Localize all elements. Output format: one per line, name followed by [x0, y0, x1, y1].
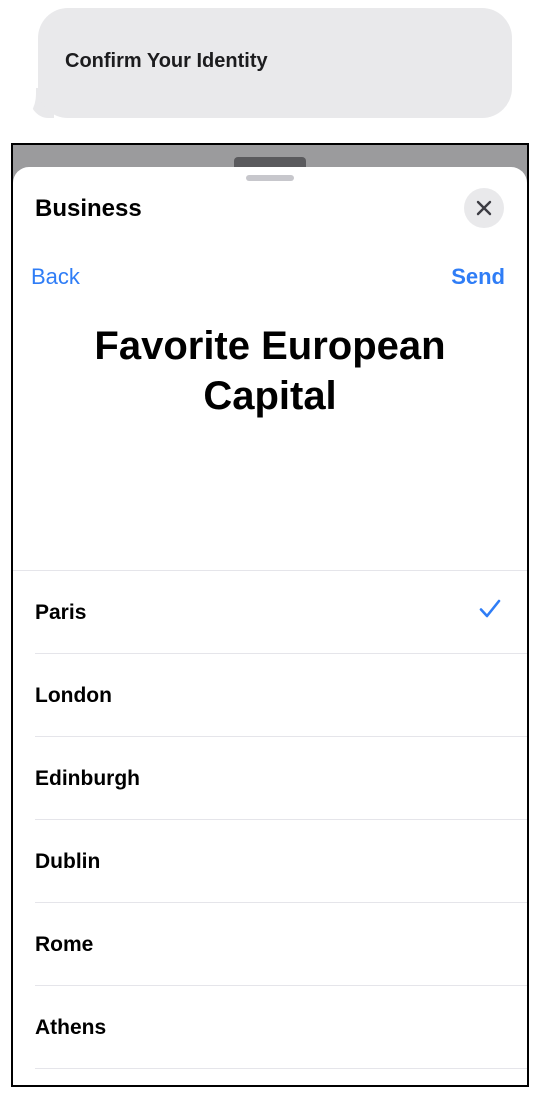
checkmark-icon	[479, 599, 501, 618]
list-item-label: Athens	[35, 1015, 107, 1039]
list-item-london[interactable]: London	[13, 654, 527, 737]
close-button[interactable]	[464, 188, 504, 228]
message-bubble-tail-mask	[14, 76, 36, 120]
list-item-label: Edinburgh	[35, 766, 140, 790]
list-item-label: Paris	[35, 600, 87, 624]
picker-heading-text: Favorite European Capital	[94, 324, 446, 418]
list-item-label: Dublin	[35, 849, 101, 873]
message-text: Confirm Your Identity	[65, 50, 268, 72]
options-list: Paris London Edinburgh Dublin Rome Athen…	[13, 570, 527, 1069]
list-item-label: Rome	[35, 932, 94, 956]
list-item-edinburgh[interactable]: Edinburgh	[13, 737, 527, 820]
list-item-paris[interactable]: Paris	[13, 571, 527, 654]
picker-heading: Favorite European Capital	[13, 321, 527, 421]
sheet: Business Back Send Favorite European Cap…	[13, 167, 527, 1085]
sheet-grabber[interactable]	[246, 175, 294, 181]
list-picker-panel: Business Back Send Favorite European Cap…	[11, 143, 529, 1087]
list-item-label: London	[35, 683, 112, 707]
list-item-rome[interactable]: Rome	[13, 903, 527, 986]
sheet-title: Business	[35, 195, 142, 222]
send-button[interactable]: Send	[451, 264, 505, 290]
back-button[interactable]: Back	[31, 264, 80, 290]
close-icon	[476, 200, 492, 216]
list-item-athens[interactable]: Athens	[13, 986, 527, 1069]
screen: Confirm Your Identity Business Back Send…	[0, 0, 536, 1096]
list-item-dublin[interactable]: Dublin	[13, 820, 527, 903]
